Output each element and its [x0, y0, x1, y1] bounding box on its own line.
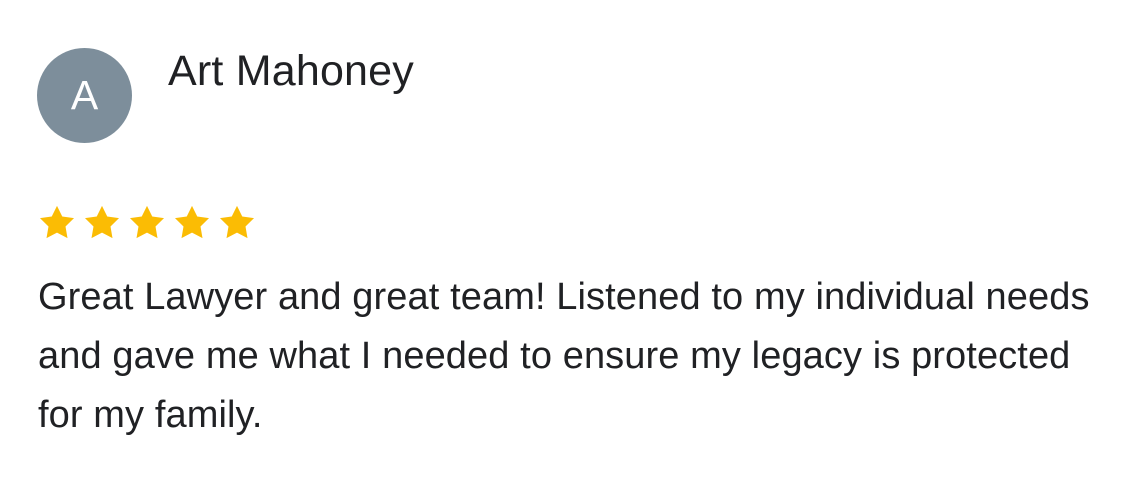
star-icon — [175, 205, 209, 239]
star-rating — [37, 203, 257, 243]
star-icon — [220, 205, 254, 239]
star-icon — [40, 205, 74, 239]
star-icon — [85, 205, 119, 239]
reviewer-name[interactable]: Art Mahoney — [168, 45, 414, 97]
star-icon — [130, 205, 164, 239]
review-card: A Art Mahoney Great Lawyer and great tea… — [0, 0, 1130, 497]
review-text: Great Lawyer and great team! Listened to… — [38, 276, 1090, 436]
avatar[interactable]: A — [37, 48, 132, 143]
avatar-initial: A — [70, 72, 99, 118]
